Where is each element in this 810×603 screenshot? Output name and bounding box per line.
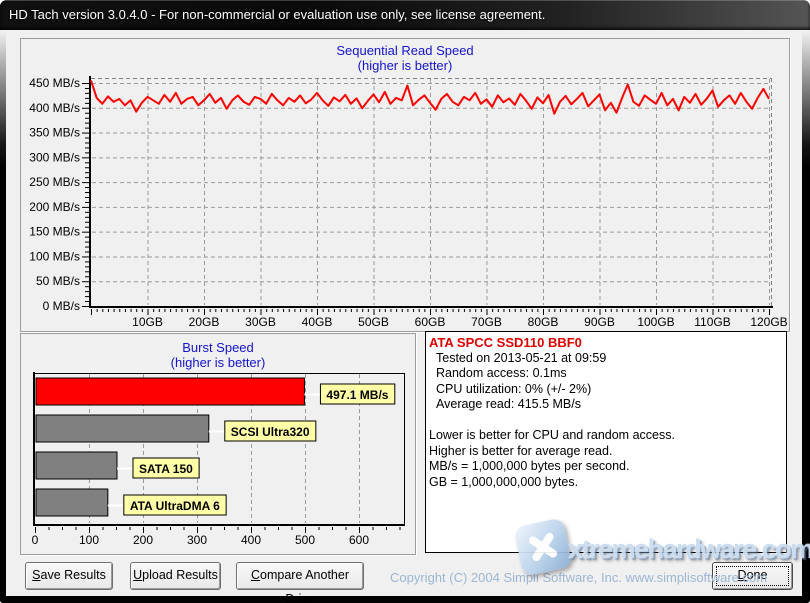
svg-text:450 MB/s: 450 MB/s — [29, 76, 80, 90]
info-line: Random access: 0.1ms — [436, 366, 567, 380]
upload-results-button[interactable]: Upload Results — [130, 562, 221, 590]
compare-another-drive-button[interactable]: Compare Another Drive — [236, 562, 364, 603]
svg-text:400: 400 — [241, 533, 261, 547]
svg-text:250 MB/s: 250 MB/s — [29, 175, 80, 189]
svg-text:300: 300 — [187, 533, 207, 547]
info-line: MB/s = 1,000,000 bytes per second. — [429, 459, 630, 473]
svg-text:100 MB/s: 100 MB/s — [29, 249, 80, 263]
svg-text:500: 500 — [295, 533, 315, 547]
svg-text:40GB: 40GB — [302, 315, 333, 329]
info-line: CPU utilization: 0% (+/- 2%) — [436, 381, 592, 396]
info-line: Tested on 2013-05-21 at 09:59 — [436, 350, 607, 365]
svg-text:50 MB/s: 50 MB/s — [36, 274, 80, 288]
svg-text:120GB: 120GB — [750, 315, 787, 329]
info-line: Average read: 415.5 MB/s — [436, 397, 581, 411]
client-area: Sequential Read Speed (higher is better)… — [6, 30, 810, 603]
info-line: GB = 1,000,000,000 bytes. — [429, 474, 579, 489]
svg-text:150 MB/s: 150 MB/s — [29, 225, 80, 239]
hdtach-window: HD Tach version 3.0.4.0 - For non-commer… — [0, 0, 810, 603]
burst-speed-panel: Burst Speed (higher is better) 0 100 200 30… — [20, 333, 416, 555]
window-title: HD Tach version 3.0.4.0 - For non-commer… — [9, 7, 546, 22]
sequential-read-panel: Sequential Read Speed (higher is better)… — [20, 38, 790, 332]
svg-text:497.1 MB/s: 497.1 MB/s — [326, 388, 388, 402]
svg-text:100GB: 100GB — [637, 315, 674, 329]
svg-text:30GB: 30GB — [245, 315, 276, 329]
svg-text:60GB: 60GB — [415, 315, 446, 329]
title-bar[interactable]: HD Tach version 3.0.4.0 - For non-commer… — [0, 0, 810, 30]
svg-text:80GB: 80GB — [528, 315, 559, 329]
sequential-read-chart: 0 MB/s 50 MB/s 100 MB/s 150 MB/s 200 MB/s 250… — [29, 76, 787, 329]
drive-info-panel: ATA SPCC SSD110 BBF0 Tested on 2013-05-2… — [425, 331, 787, 553]
svg-text:100: 100 — [79, 533, 99, 547]
svg-text:70GB: 70GB — [471, 315, 502, 329]
svg-text:400 MB/s: 400 MB/s — [29, 101, 80, 115]
svg-text:20GB: 20GB — [189, 315, 220, 329]
svg-text:350 MB/s: 350 MB/s — [29, 126, 80, 140]
drive-name: ATA SPCC SSD110 BBF0 — [429, 335, 582, 350]
info-line — [429, 413, 784, 429]
svg-text:50GB: 50GB — [358, 315, 389, 329]
svg-text:200 MB/s: 200 MB/s — [29, 200, 80, 214]
svg-text:10GB: 10GB — [132, 315, 163, 329]
save-results-button[interactable]: Save Results — [25, 562, 113, 590]
svg-text:110GB: 110GB — [694, 315, 730, 329]
svg-text:90GB: 90GB — [584, 315, 615, 329]
svg-text:SCSI Ultra320: SCSI Ultra320 — [231, 425, 310, 439]
copyright-text: Copyright (C) 2004 Simpli Software, Inc.… — [390, 570, 768, 585]
svg-text:200: 200 — [133, 533, 153, 547]
svg-text:600: 600 — [349, 533, 369, 547]
burst-speed-chart: 0 100 200 300 400 500 600 497.1 MB/s SCSI Ultra3… — [32, 372, 405, 547]
info-line: Lower is better for CPU and random acces… — [429, 428, 675, 442]
window-frame-right — [802, 30, 810, 603]
svg-text:300 MB/s: 300 MB/s — [29, 150, 80, 164]
svg-text:0: 0 — [32, 533, 39, 547]
svg-text:ATA UltraDMA 6: ATA UltraDMA 6 — [130, 499, 220, 513]
info-line: Higher is better for average read. — [429, 443, 613, 458]
svg-text:0 MB/s: 0 MB/s — [43, 299, 80, 313]
svg-text:SATA 150: SATA 150 — [139, 462, 193, 476]
